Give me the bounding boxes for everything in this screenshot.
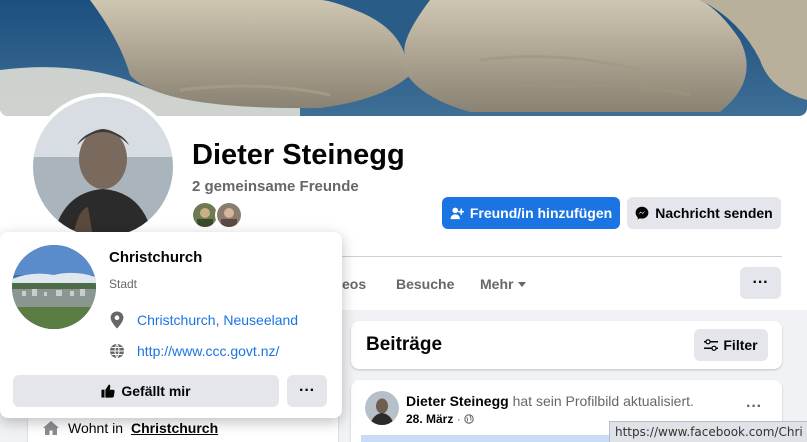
like-page-button[interactable]: Gefällt mir xyxy=(13,375,279,407)
tab-visits[interactable]: Besuche xyxy=(396,276,454,292)
place-category: Stadt xyxy=(109,277,138,291)
lives-in-prefix: Wohnt in xyxy=(68,420,123,436)
lives-in-city-link[interactable]: Christchurch xyxy=(131,420,218,436)
mutual-friends-avatars[interactable] xyxy=(191,201,247,229)
tab-more[interactable]: Mehr xyxy=(480,276,527,292)
post-author-name[interactable]: Dieter Steinegg xyxy=(406,393,509,409)
tab-videos[interactable]: eos xyxy=(342,276,366,292)
filter-button[interactable]: Filter xyxy=(694,329,768,361)
add-friend-label: Freund/in hinzufügen xyxy=(469,205,613,221)
home-icon xyxy=(43,421,59,435)
post-headline: Dieter Steinegg hat sein Profilbild aktu… xyxy=(406,393,694,409)
send-message-button[interactable]: Nachricht senden xyxy=(627,197,781,229)
place-website-row: http://www.ccc.govt.nz/ xyxy=(109,343,279,359)
tab-more-label: Mehr xyxy=(480,276,514,292)
browser-status-url: https://www.facebook.com/Chri xyxy=(609,421,807,442)
messenger-icon xyxy=(635,206,649,220)
place-title[interactable]: Christchurch xyxy=(109,249,202,266)
mutual-friend-avatar[interactable] xyxy=(215,201,243,229)
posts-title: Beiträge xyxy=(366,334,443,355)
place-location-row: Christchurch, Neuseeland xyxy=(109,311,298,329)
lives-in-row: Wohnt in Christchurch xyxy=(42,420,218,436)
profile-name: Dieter Steinegg xyxy=(192,139,405,171)
location-pin-icon xyxy=(110,311,124,329)
place-photo[interactable] xyxy=(12,245,96,329)
profile-divider xyxy=(342,256,782,257)
post-meta: 28. März · xyxy=(406,412,474,426)
post-options-button[interactable]: ··· xyxy=(746,398,762,416)
place-hovercard: Christchurch Stadt Christchurch, Neuseel… xyxy=(0,232,342,418)
thumbs-up-icon xyxy=(101,384,115,398)
place-location-link[interactable]: Christchurch, Neuseeland xyxy=(137,312,298,328)
post-action-text: hat sein Profilbild aktualisiert. xyxy=(508,393,694,409)
post-date-separator: · xyxy=(456,412,461,426)
filter-label: Filter xyxy=(723,337,758,353)
send-message-label: Nachricht senden xyxy=(655,205,773,221)
place-website-link[interactable]: http://www.ccc.govt.nz/ xyxy=(137,343,279,359)
add-friend-button[interactable]: Freund/in hinzufügen xyxy=(442,197,620,229)
like-page-label: Gefällt mir xyxy=(121,383,191,399)
place-more-button[interactable]: ··· xyxy=(287,375,327,407)
posts-header-card: Beiträge Filter xyxy=(351,321,782,369)
globe-icon xyxy=(464,414,474,424)
filter-sliders-icon xyxy=(704,339,719,351)
profile-more-button[interactable]: ··· xyxy=(740,267,781,299)
mutual-friends-link[interactable]: 2 gemeinsame Freunde xyxy=(192,178,359,195)
caret-down-icon xyxy=(518,281,527,287)
post-date[interactable]: 28. März xyxy=(406,412,453,426)
globe-icon xyxy=(110,343,124,359)
add-friend-icon xyxy=(450,207,464,220)
post-author-avatar[interactable] xyxy=(365,391,399,425)
profile-avatar[interactable] xyxy=(29,93,177,241)
